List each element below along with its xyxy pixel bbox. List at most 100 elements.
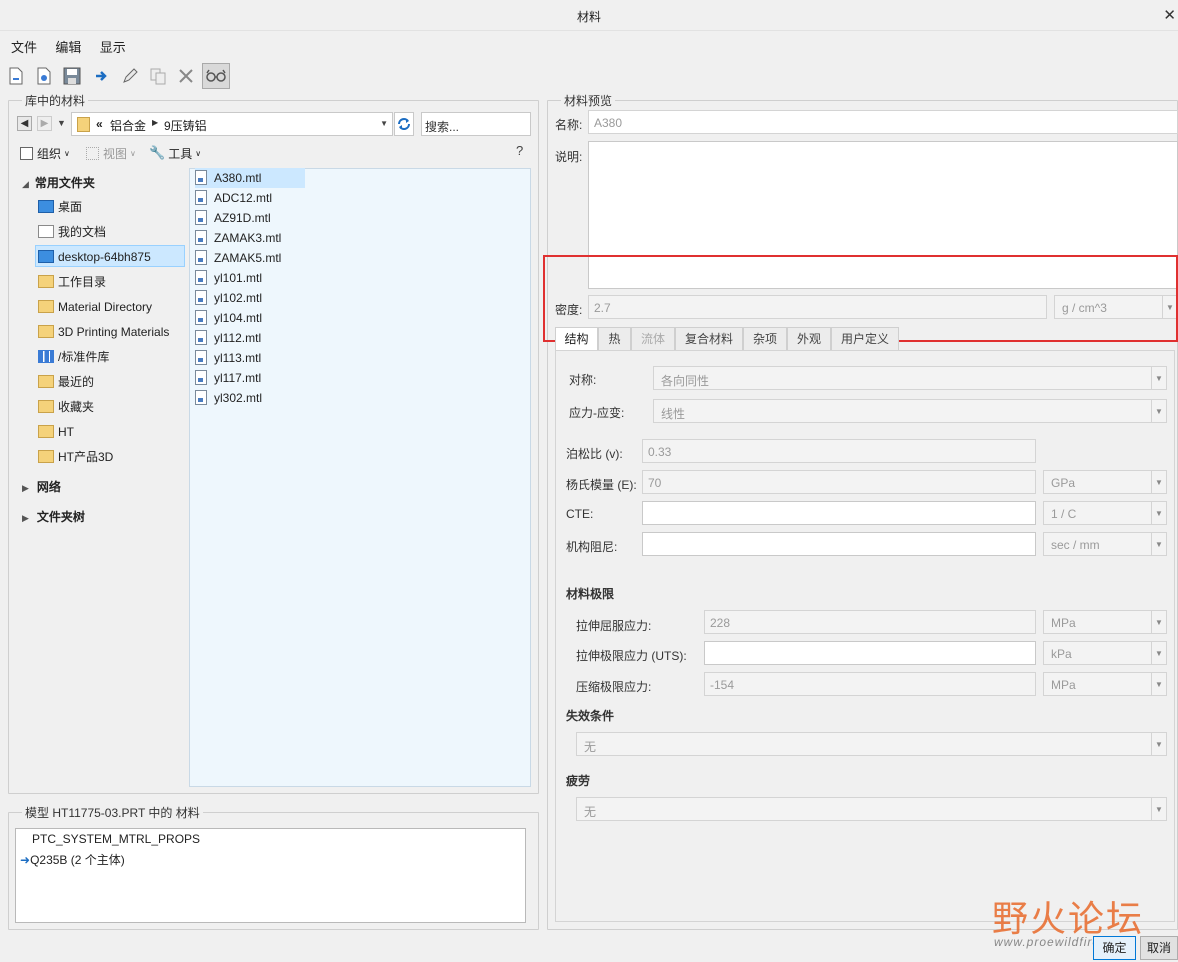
help-pointer-icon[interactable]: ? xyxy=(508,143,523,158)
breadcrumb-part-aluminum[interactable]: 铝合金 xyxy=(110,117,146,134)
file-item[interactable]: yl117.mtl xyxy=(195,368,261,388)
uts-label: 拉伸极限应力 (UTS): xyxy=(576,649,687,663)
close-icon[interactable]: ✕ xyxy=(1163,6,1176,24)
tree-network[interactable]: ▶ 网络 xyxy=(22,478,61,495)
folder-icon xyxy=(38,450,54,463)
fatigue-heading: 疲劳 xyxy=(566,774,591,788)
file-item[interactable]: yl112.mtl xyxy=(195,328,261,348)
uts-field[interactable] xyxy=(704,641,1036,665)
folder-icon xyxy=(38,300,54,313)
refresh-icon[interactable] xyxy=(394,112,414,136)
tree-item-recent[interactable]: 最近的 xyxy=(38,371,94,393)
model-material-item-assigned[interactable]: ➜Q235B (2 个主体) xyxy=(20,851,125,868)
cancel-button[interactable]: 取消 xyxy=(1140,936,1178,960)
tree-item-documents[interactable]: 我的文档 xyxy=(38,221,106,243)
favorites-label: 常用文件夹 xyxy=(34,176,95,190)
breadcrumb-prefix: « xyxy=(96,117,103,131)
file-item[interactable]: AZ91D.mtl xyxy=(195,208,271,228)
name-field[interactable]: A380 xyxy=(588,110,1178,134)
edit-pencil-icon[interactable] xyxy=(118,63,142,89)
tab-appearance[interactable]: 外观 xyxy=(787,327,831,350)
damping-unit-select[interactable]: sec / mm ▼ xyxy=(1043,532,1167,556)
tree-item-ht-3d[interactable]: HT产品3D xyxy=(38,446,113,468)
stress-strain-select[interactable]: 线性 ▼ xyxy=(653,399,1167,423)
breadcrumb[interactable]: « 铝合金 ▶ 9压铸铝 ▼ xyxy=(71,112,393,136)
tree-item-std-library[interactable]: /标准件库 xyxy=(38,346,109,368)
view-button[interactable]: 视图 ∨ xyxy=(86,144,136,162)
computer-icon xyxy=(38,250,54,263)
file-item[interactable]: ADC12.mtl xyxy=(195,188,272,208)
file-item[interactable]: yl302.mtl xyxy=(195,388,262,408)
fatigue-select[interactable]: 无 ▼ xyxy=(576,797,1167,821)
file-item[interactable]: ZAMAK3.mtl xyxy=(195,228,281,248)
tree-item-favorites[interactable]: 收藏夹 xyxy=(38,396,94,418)
file-item[interactable]: yl113.mtl xyxy=(195,348,261,368)
tensile-yield-unit-select[interactable]: MPa ▼ xyxy=(1043,610,1167,634)
structure-panel xyxy=(555,350,1175,922)
damping-label: 机构阻尼: xyxy=(566,540,618,554)
glasses-icon[interactable] xyxy=(202,63,230,89)
model-material-item[interactable]: PTC_SYSTEM_MTRL_PROPS xyxy=(32,832,200,846)
chevron-down-icon: ▼ xyxy=(1151,673,1166,695)
menu-view[interactable]: 显示 xyxy=(100,37,126,56)
tab-misc[interactable]: 杂项 xyxy=(743,327,787,350)
tab-composite[interactable]: 复合材料 xyxy=(675,327,743,350)
help-label: ? xyxy=(516,143,524,158)
young-field[interactable]: 70 xyxy=(642,470,1036,494)
symmetry-select[interactable]: 各向同性 ▼ xyxy=(653,366,1167,390)
tree-item-ht[interactable]: HT xyxy=(38,421,74,443)
breadcrumb-part-diecast[interactable]: 9压铸铝 xyxy=(164,117,207,134)
compressive-unit-select[interactable]: MPa ▼ xyxy=(1043,672,1167,696)
young-unit-select[interactable]: GPa ▼ xyxy=(1043,470,1167,494)
filetree-label: 文件夹树 xyxy=(36,510,85,524)
ok-button[interactable]: 确定 xyxy=(1093,936,1136,960)
tab-thermal[interactable]: 热 xyxy=(598,327,631,350)
file-item[interactable]: yl101.mtl xyxy=(195,268,262,288)
failure-criteria-select[interactable]: 无 ▼ xyxy=(576,732,1167,756)
cte-field[interactable] xyxy=(642,501,1036,525)
organize-button[interactable]: 组织 ∨ xyxy=(20,144,70,162)
menu-edit[interactable]: 编辑 xyxy=(55,37,81,56)
fatigue-value: 无 xyxy=(584,805,597,819)
chevron-down-icon: ∨ xyxy=(64,148,70,158)
favorites-header[interactable]: ◢ 常用文件夹 xyxy=(22,174,95,191)
copy-icon[interactable] xyxy=(146,63,170,89)
cte-unit-select[interactable]: 1 / C ▼ xyxy=(1043,501,1167,525)
cte-label: CTE: xyxy=(566,507,594,521)
tree-item-computer[interactable]: desktop-64bh875 xyxy=(35,245,185,267)
delete-x-icon[interactable] xyxy=(174,63,198,89)
save-icon[interactable] xyxy=(60,63,84,89)
tab-user-defined[interactable]: 用户定义 xyxy=(831,327,899,350)
folder-icon xyxy=(38,425,54,438)
forward-icon[interactable]: ▶ xyxy=(37,116,52,131)
recent-icon xyxy=(38,375,54,388)
tree-item-workdir[interactable]: 工作目录 xyxy=(38,271,106,293)
chevron-down-icon[interactable]: ▼ xyxy=(380,119,388,128)
new-file-icon[interactable] xyxy=(4,63,28,89)
history-dropdown-icon[interactable]: ▼ xyxy=(57,118,66,128)
tab-fluid[interactable]: 流体 xyxy=(631,327,675,350)
material-file-icon xyxy=(195,270,207,285)
file-item[interactable]: yl102.mtl xyxy=(195,288,262,308)
file-item[interactable]: A380.mtl xyxy=(195,168,305,188)
tree-item-3d-printing[interactable]: 3D Printing Materials xyxy=(38,321,169,343)
tools-button[interactable]: 🔧 工具 ∨ xyxy=(149,144,201,162)
file-item[interactable]: yl104.mtl xyxy=(195,308,262,328)
tensile-yield-field[interactable]: 228 xyxy=(704,610,1036,634)
compressive-field[interactable]: -154 xyxy=(704,672,1036,696)
search-input[interactable]: 搜索... xyxy=(421,112,531,136)
tree-item-label: 收藏夹 xyxy=(58,400,95,414)
uts-unit-select[interactable]: kPa ▼ xyxy=(1043,641,1167,665)
tree-item-material-directory[interactable]: Material Directory xyxy=(38,296,152,318)
chevron-down-icon: ∨ xyxy=(195,148,202,158)
menu-file[interactable]: 文件 xyxy=(11,37,37,56)
tab-structure[interactable]: 结构 xyxy=(555,327,598,351)
tree-item-desktop[interactable]: 桌面 xyxy=(38,196,82,218)
back-icon[interactable]: ◀ xyxy=(17,116,32,131)
file-item[interactable]: ZAMAK5.mtl xyxy=(195,248,281,268)
tree-folder-tree[interactable]: ▶ 文件夹树 xyxy=(22,508,85,525)
import-arrow-icon[interactable] xyxy=(90,63,114,89)
damping-field[interactable] xyxy=(642,532,1036,556)
open-file-icon[interactable] xyxy=(32,63,56,89)
poisson-field[interactable]: 0.33 xyxy=(642,439,1036,463)
